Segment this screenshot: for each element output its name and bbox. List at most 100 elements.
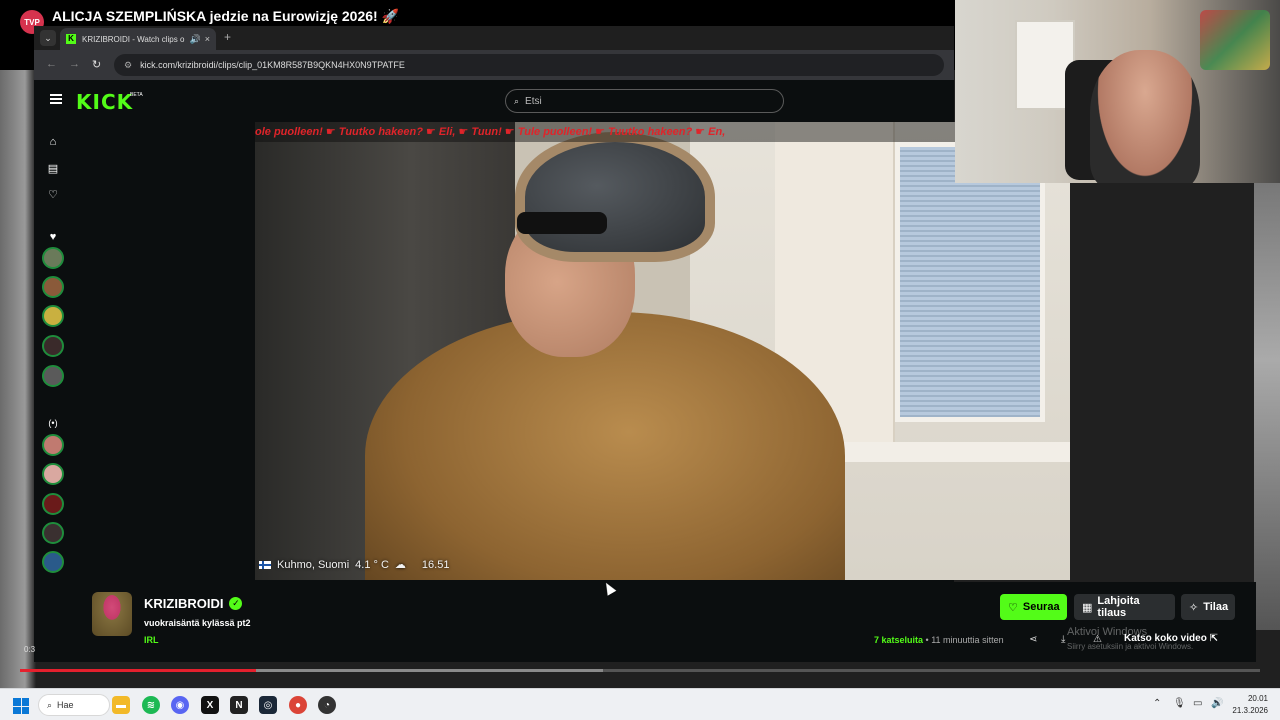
sparkle-icon: ✧ [1189, 601, 1199, 614]
sidebar-avatar[interactable] [42, 276, 64, 298]
speaker-icon[interactable]: 🔊 [190, 34, 201, 45]
x-app-icon[interactable]: X [201, 696, 219, 714]
video-temperature: 4.1 ° C [355, 558, 389, 571]
following-heart-icon[interactable]: ♡ [47, 189, 59, 201]
menu-icon[interactable] [50, 94, 62, 104]
browse-icon[interactable]: ▤ [47, 163, 59, 175]
search-icon: ⌕ [47, 699, 53, 710]
video-location: Kuhmo, Suomi [277, 558, 350, 571]
heart-icon: ♡ [1008, 601, 1018, 614]
new-tab-icon[interactable]: + [224, 30, 231, 44]
obs-app-icon[interactable]: N [230, 696, 248, 714]
view-count: 7 katseluita [874, 635, 924, 645]
tab-strip: ⌄ K KRIZIBROIDI - Watch clips o 🔊 × + [34, 26, 954, 50]
live-icon: (•) [48, 418, 58, 428]
chrome-icon[interactable]: ● [289, 696, 307, 714]
clip-info-bar: KRIZIBROIDI ✓ vuokraisäntä kylässä pt2 I… [34, 582, 1256, 662]
category-link[interactable]: IRL [144, 635, 159, 645]
sidebar-avatar[interactable] [42, 365, 64, 387]
url-text: kick.com/krizibroidi/clips/clip_01KM8R58… [140, 60, 405, 70]
address-bar: ← → ↻ ⚙ kick.com/krizibroidi/clips/clip_… [34, 50, 954, 80]
follow-button[interactable]: ♡ Seuraa [1000, 594, 1067, 620]
share-icon[interactable]: ⋖ [1029, 634, 1037, 645]
tab-kick[interactable]: K KRIZIBROIDI - Watch clips o 🔊 × [60, 28, 216, 50]
taskbar-search[interactable]: ⌕ Hae [38, 694, 110, 716]
taskbar-search-label: Hae [57, 700, 74, 710]
webcam-wall-decor [1200, 10, 1270, 70]
file-explorer-icon[interactable]: ▬ [112, 696, 130, 714]
sidebar-avatar[interactable] [42, 434, 64, 456]
kick-favicon-icon: K [66, 34, 76, 44]
reload-icon[interactable]: ↻ [92, 58, 101, 71]
sidebar-avatar[interactable] [42, 305, 64, 327]
video-person-sunglasses [517, 212, 607, 234]
outer-progress-fill [20, 669, 256, 672]
sidebar-avatar[interactable] [42, 551, 64, 573]
tab-title: KRIZIBROIDI - Watch clips o [82, 34, 185, 44]
video-person-jacket [365, 312, 845, 580]
clock-time: 20.01 [1247, 694, 1268, 703]
windows-activation-subtitle: Siirry asetuksiin ja aktivoi Windows. [1067, 642, 1194, 651]
finland-flag-icon [259, 560, 271, 569]
video-headline: ALICJA SZEMPLIŃSKA jedzie na Eurowizję 2… [52, 8, 400, 24]
tray-chevron-icon[interactable]: ⌃ [1153, 698, 1161, 709]
webcam-overlay [955, 0, 1280, 183]
clip-video-player[interactable]: ole puolleen! ☛ Tuutko hakeen? ☛ Eli, ☛ … [255, 122, 1070, 580]
home-icon[interactable]: ⌂ [47, 136, 59, 148]
url-field[interactable]: ⚙ kick.com/krizibroidi/clips/clip_01KM8R… [114, 54, 944, 76]
followed-channels-heart-icon: ♥ [49, 231, 57, 243]
back-icon[interactable]: ← [46, 58, 57, 70]
subscribe-button[interactable]: ✧ Tilaa [1181, 594, 1235, 620]
sidebar-avatar[interactable] [42, 335, 64, 357]
gift-label: Lahjoita tilaus [1097, 595, 1140, 619]
tab-search-icon[interactable]: ⌄ [40, 30, 56, 46]
taskbar-clock[interactable]: 20.01 21.3.2026 [1228, 693, 1268, 717]
microphone-icon[interactable]: 🎙 [1173, 698, 1186, 709]
windows-activation-title: Aktivoi Windows [1067, 626, 1148, 638]
close-tab-icon[interactable]: × [205, 34, 210, 44]
verified-check-icon: ✓ [229, 597, 243, 610]
volume-icon[interactable]: 🔊 [1211, 698, 1223, 709]
video-person-hat [515, 132, 715, 262]
gift-icon: ▦ [1082, 601, 1093, 614]
network-icon[interactable]: ▭ [1193, 698, 1202, 709]
channel-name[interactable]: KRIZIBROIDI [144, 596, 223, 611]
video-ticker: ole puolleen! ☛ Tuutko hakeen? ☛ Eli, ☛ … [255, 122, 1070, 142]
outer-video-right-edge [1254, 180, 1280, 630]
sidebar-avatar[interactable] [42, 463, 64, 485]
sidebar-avatar[interactable] [42, 522, 64, 544]
screen: TVP ALICJA SZEMPLIŃSKA jedzie na Eurowiz… [0, 0, 1280, 720]
gift-sub-button[interactable]: ▦ Lahjoita tilaus [1074, 594, 1175, 620]
subscribe-label: Tilaa [1203, 601, 1229, 613]
video-time: 16.51 [421, 558, 450, 571]
steam-icon[interactable]: ◎ [259, 696, 277, 714]
site-info-icon[interactable]: ⚙ [124, 60, 132, 71]
obs-studio-icon[interactable]: ◔ [318, 696, 336, 714]
discord-icon[interactable]: ◉ [171, 696, 189, 714]
video-window-blinds [895, 142, 1045, 422]
forward-icon[interactable]: → [69, 58, 80, 70]
spotify-icon[interactable]: ≋ [142, 696, 160, 714]
search-input[interactable]: ⌕ Etsi [505, 89, 784, 113]
follow-label: Seuraa [1022, 601, 1060, 613]
clip-meta: 7 katseluita • 11 minuuttia sitten [874, 635, 1004, 645]
clip-title: vuokraisäntä kylässä pt2 [144, 618, 251, 628]
clock-date: 21.3.2026 [1232, 706, 1268, 715]
download-icon[interactable]: ⤓ [1061, 634, 1065, 645]
search-icon: ⌕ [514, 95, 520, 106]
windows-taskbar: ⌕ Hae ▬ ≋ ◉ X N ◎ ● ◔ ⌃ 🎙 ▭ 🔊 20.01 21.3… [0, 688, 1280, 720]
webcam-streamer [1090, 50, 1200, 183]
video-location-overlay: Kuhmo, Suomi 4.1 ° C ☁ 16.51 [259, 558, 449, 571]
beta-badge: BETA [130, 92, 143, 98]
channel-name-row: KRIZIBROIDI ✓ [144, 596, 243, 611]
kick-logo[interactable]: KICK [76, 90, 133, 114]
outer-progress-bar[interactable] [20, 669, 1260, 672]
external-link-icon: ⇱ [1209, 633, 1218, 644]
cloud-icon: ☁ [394, 559, 406, 571]
sidebar-avatar[interactable] [42, 247, 64, 269]
search-placeholder: Etsi [525, 95, 542, 107]
windows-start-icon[interactable] [13, 698, 29, 714]
browser-window: ⌄ K KRIZIBROIDI - Watch clips o 🔊 × + ← … [34, 26, 1070, 582]
sidebar-avatar[interactable] [42, 493, 64, 515]
channel-avatar[interactable] [92, 592, 132, 636]
